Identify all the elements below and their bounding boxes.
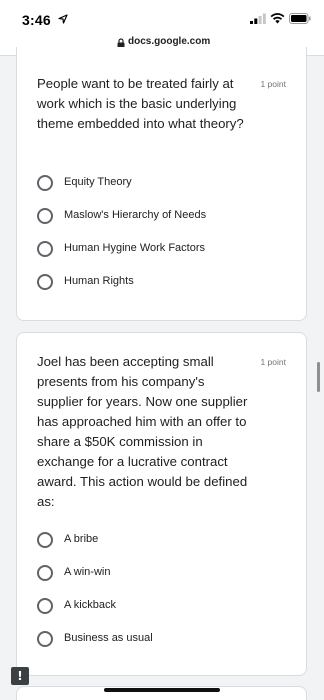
option-label: Equity Theory (64, 176, 132, 188)
question-text: People want to be treated fairly at work… (37, 76, 244, 131)
radio-button[interactable] (37, 241, 53, 257)
radio-button[interactable] (37, 175, 53, 191)
question-card: People want to be treated fairly at work… (16, 47, 307, 321)
feedback-button[interactable]: ! (11, 667, 29, 685)
status-time: 3:46 (22, 12, 51, 28)
location-arrow-icon (58, 14, 68, 24)
option-label: A win-win (64, 566, 111, 578)
option-human-rights[interactable]: Human Rights (37, 273, 277, 293)
radio-button[interactable] (37, 274, 53, 290)
option-label: Human Hygine Work Factors (64, 242, 206, 254)
status-bar: 3:46 (0, 0, 324, 34)
radio-button[interactable] (37, 565, 53, 581)
option-label: Business as usual (64, 632, 153, 644)
wifi-icon (270, 13, 285, 24)
option-a-win-win[interactable]: A win-win (37, 564, 277, 584)
option-label: Maslow's Hierarchy of Needs (64, 209, 207, 221)
option-business-as-usual[interactable]: Business as usual (37, 630, 277, 650)
scrollbar-thumb[interactable] (317, 362, 320, 392)
option-label: A kickback (64, 599, 116, 611)
option-human-hygine[interactable]: Human Hygine Work Factors (37, 240, 277, 260)
option-maslows-hierarchy[interactable]: Maslow's Hierarchy of Needs (37, 207, 277, 227)
radio-button[interactable] (37, 208, 53, 224)
home-indicator[interactable] (104, 688, 220, 692)
points-label: 1 point (260, 79, 286, 89)
radio-button[interactable] (37, 631, 53, 647)
option-label: A bribe (64, 533, 99, 545)
question-text: Joel has been accepting small presents f… (37, 354, 248, 509)
option-a-kickback[interactable]: A kickback (37, 597, 277, 617)
url-text: docs.google.com (128, 36, 211, 47)
battery-icon (289, 13, 311, 24)
question-card: Joel has been accepting small presents f… (16, 332, 307, 676)
radio-button[interactable] (37, 532, 53, 548)
radio-button[interactable] (37, 598, 53, 614)
cellular-signal-icon (250, 13, 266, 24)
option-a-bribe[interactable]: A bribe (37, 531, 277, 551)
option-label: Human Rights (64, 275, 134, 287)
points-label: 1 point (260, 357, 286, 367)
option-equity-theory[interactable]: Equity Theory (37, 174, 277, 194)
